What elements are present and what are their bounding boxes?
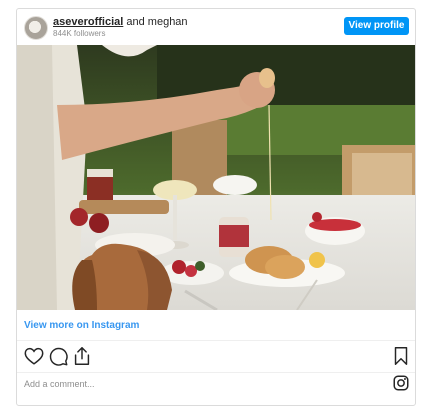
post-author: aseverofficial and meghan xyxy=(53,16,188,29)
follower-count: 844K followers xyxy=(53,29,106,38)
divider xyxy=(17,372,415,373)
view-more-link[interactable]: View more on Instagram xyxy=(24,320,139,331)
bookmark-icon[interactable] xyxy=(390,345,412,367)
heart-icon[interactable] xyxy=(23,345,45,367)
photo-illustration xyxy=(17,45,415,310)
post-photo[interactable] xyxy=(17,45,415,310)
share-icon[interactable] xyxy=(71,345,93,367)
collab-text: and meghan xyxy=(123,16,188,28)
avatar[interactable] xyxy=(24,16,48,40)
instagram-icon[interactable] xyxy=(392,374,410,392)
instagram-embed: aseverofficial and meghan 844K followers… xyxy=(16,8,416,406)
action-bar xyxy=(17,342,415,370)
username-link[interactable]: aseverofficial xyxy=(53,16,123,28)
view-profile-button[interactable]: View profile xyxy=(344,17,409,35)
divider xyxy=(17,340,415,341)
comment-icon[interactable] xyxy=(47,345,69,367)
post-header: aseverofficial and meghan 844K followers… xyxy=(17,9,415,45)
comment-input[interactable]: Add a comment... xyxy=(24,379,95,389)
